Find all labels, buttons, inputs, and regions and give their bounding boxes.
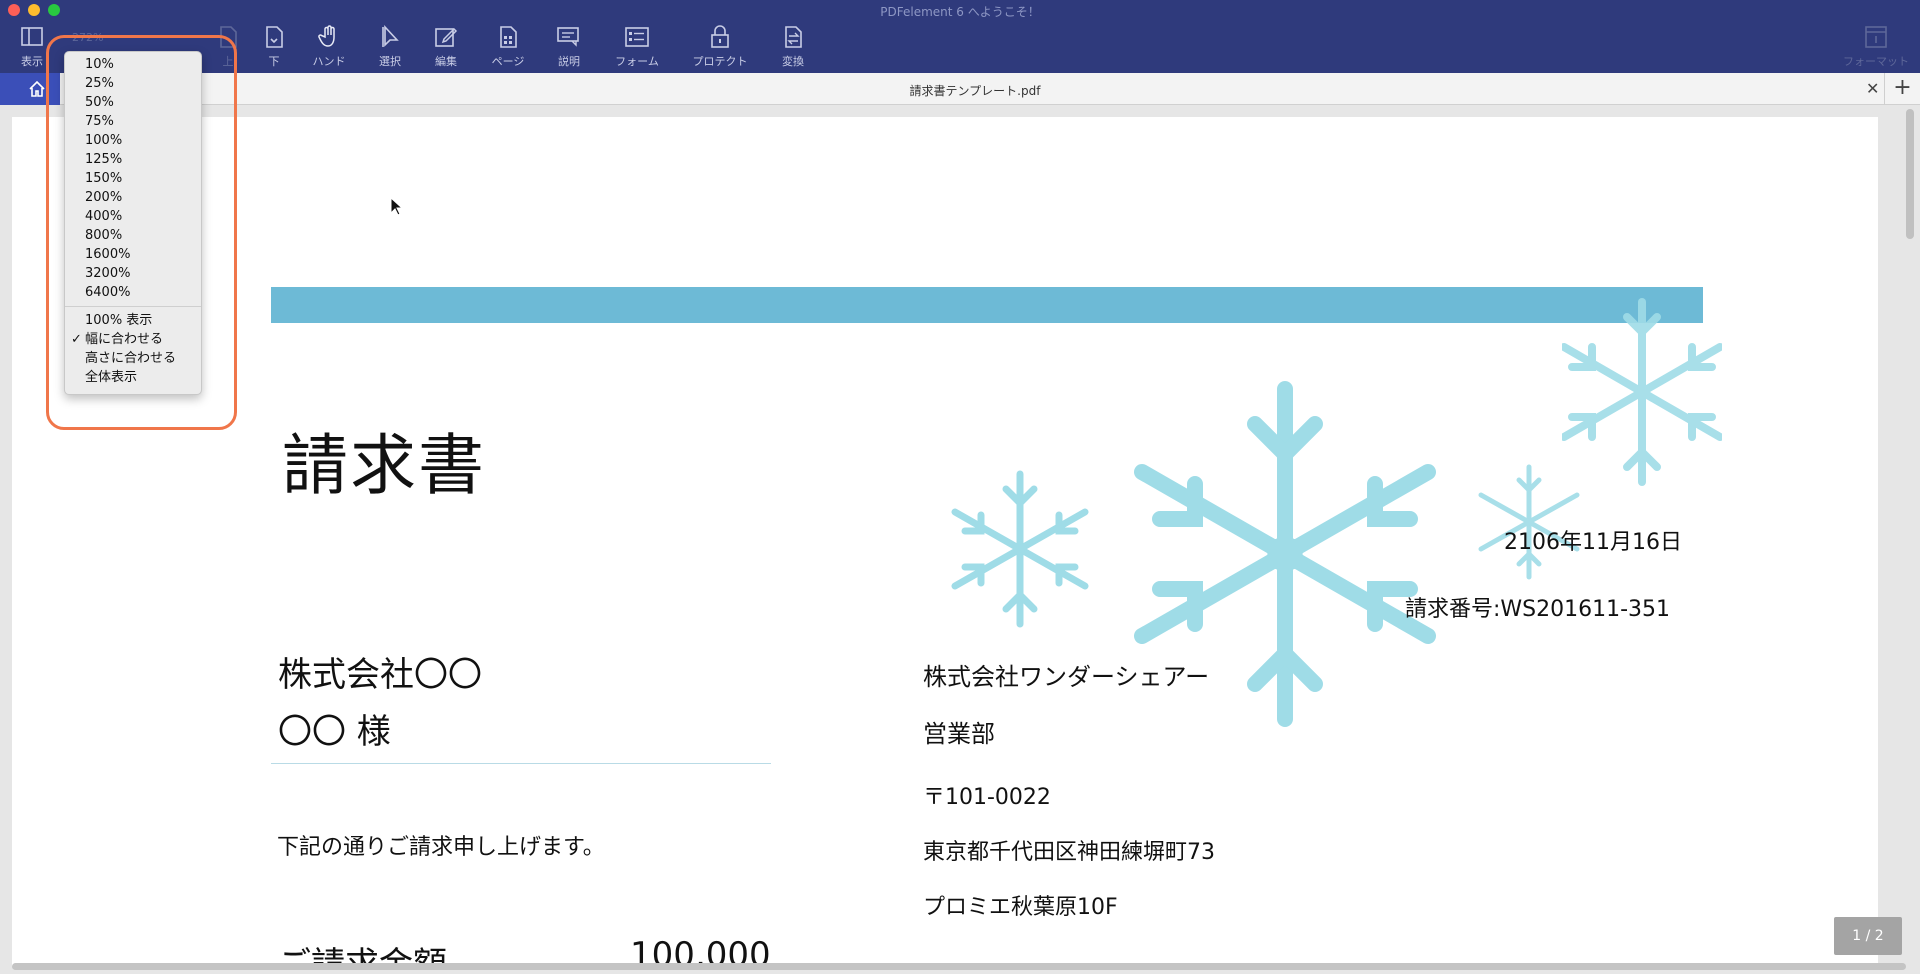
zoom-option[interactable]: 200% [65,188,201,207]
zoom-option[interactable]: 100% [65,131,201,150]
address-line-2: プロミエ秋葉原10F [923,895,1118,920]
tab-bar: 請求書テンプレート.pdf ✕ + [0,73,1920,105]
page-indicator: 1 / 2 [1834,917,1902,955]
new-tab-button[interactable]: + [1884,73,1920,105]
header-accent-bar [271,287,1703,323]
form-button[interactable]: フォーム [607,24,667,69]
zoom-mode-label: 100% 表示 [85,313,153,328]
zoom-option[interactable]: 10% [65,55,201,74]
mouse-cursor-icon [390,197,404,216]
next-page-button[interactable]: 下 [244,24,304,69]
info-icon [1865,26,1887,48]
format-label: フォーマット [1843,55,1909,68]
comment-button[interactable]: 説明 [539,24,599,69]
document-viewer[interactable]: 請求書 2106年11月16日 請求番号:WS201611-351 株式会社〇〇… [0,105,1920,974]
zoom-option[interactable]: 3200% [65,264,201,283]
hand-label: ハンド [312,55,346,68]
snowflake-icon [951,470,1089,628]
document-title: 請求書 [282,427,486,504]
page-button[interactable]: ページ [478,24,538,69]
convert-icon [785,26,802,48]
zoom-mode-label: 高さに合わせる [85,351,177,366]
comment-label: 説明 [558,55,580,68]
zoom-option[interactable]: 150% [65,169,201,188]
checkmark-icon: ✓ [71,332,82,347]
page-icon [500,26,517,48]
page-label: ページ [491,55,525,68]
menu-separator [65,306,201,307]
page-down-icon [266,26,283,48]
format-button[interactable]: フォーマット [1836,24,1916,69]
zoom-mode-actual-size[interactable]: 100% 表示 [65,311,201,330]
lock-icon [711,25,729,48]
toolbar: PDFelement 6 へようこそ！ 表示 272% 上 下 ハンド 選択 編… [0,0,1920,73]
edit-label: 編集 [435,55,457,68]
zoom-option[interactable]: 1600% [65,245,201,264]
sender-company: 株式会社ワンダーシェアー [923,663,1210,691]
protect-label: プロテクト [692,55,748,68]
comment-icon [557,27,579,47]
convert-button[interactable]: 変換 [763,24,823,69]
greeting-text: 下記の通りご請求申し上げます。 [277,835,605,860]
zoom-option[interactable]: 400% [65,207,201,226]
select-label: 選択 [379,55,401,68]
form-icon [625,27,649,47]
zoom-mode-fit-height[interactable]: 高さに合わせる [65,349,201,368]
invoice-date: 2106年11月16日 [1504,530,1682,555]
zoom-mode-label: 全体表示 [85,370,138,385]
client-name: 〇〇 様 [278,712,391,752]
zoom-option[interactable]: 50% [65,93,201,112]
vertical-scrollbar[interactable] [1906,109,1914,239]
window-title: PDFelement 6 へようこそ！ [880,5,1040,19]
zoom-option[interactable]: 800% [65,226,201,245]
zoom-option[interactable]: 125% [65,150,201,169]
client-company: 株式会社〇〇 [278,655,482,695]
zoom-mode-label: 幅に合わせる [85,332,164,347]
document-tab[interactable]: 請求書テンプレート.pdf [0,82,1920,99]
sender-department: 営業部 [923,720,995,748]
convert-label: 変換 [782,55,804,68]
form-label: フォーム [615,55,659,68]
next-page-label: 下 [268,55,280,68]
zoom-mode-fit-width[interactable]: ✓ 幅に合わせる [65,330,201,349]
pdf-page: 請求書 2106年11月16日 請求番号:WS201611-351 株式会社〇〇… [12,117,1878,967]
zoom-menu: 10% 25% 50% 75% 100% 125% 150% 200% 400%… [64,51,202,395]
cursor-icon [382,24,399,47]
postal-code: 〒101-0022 [923,785,1051,810]
hand-tool-button[interactable]: ハンド [299,24,359,69]
snowflake-icon [1478,464,1580,580]
zoom-mode-fit-page[interactable]: 全体表示 [65,368,201,387]
zoom-option[interactable]: 6400% [65,283,201,302]
horizontal-scrollbar[interactable] [12,963,1906,970]
client-divider [271,763,771,764]
snowflake-icon [1562,298,1722,486]
sidebar-icon [21,27,43,46]
invoice-number: 請求番号:WS201611-351 [1405,597,1671,622]
edit-button[interactable]: 編集 [416,24,476,69]
edit-icon [435,27,458,47]
zoom-option[interactable]: 75% [65,112,201,131]
close-tab-button[interactable]: ✕ [1866,79,1879,98]
zoom-option[interactable]: 25% [65,74,201,93]
select-tool-button[interactable]: 選択 [360,24,420,69]
address-line-1: 東京都千代田区神田練塀町73 [923,840,1215,865]
protect-button[interactable]: プロテクト [690,24,750,69]
hand-icon [318,25,335,47]
